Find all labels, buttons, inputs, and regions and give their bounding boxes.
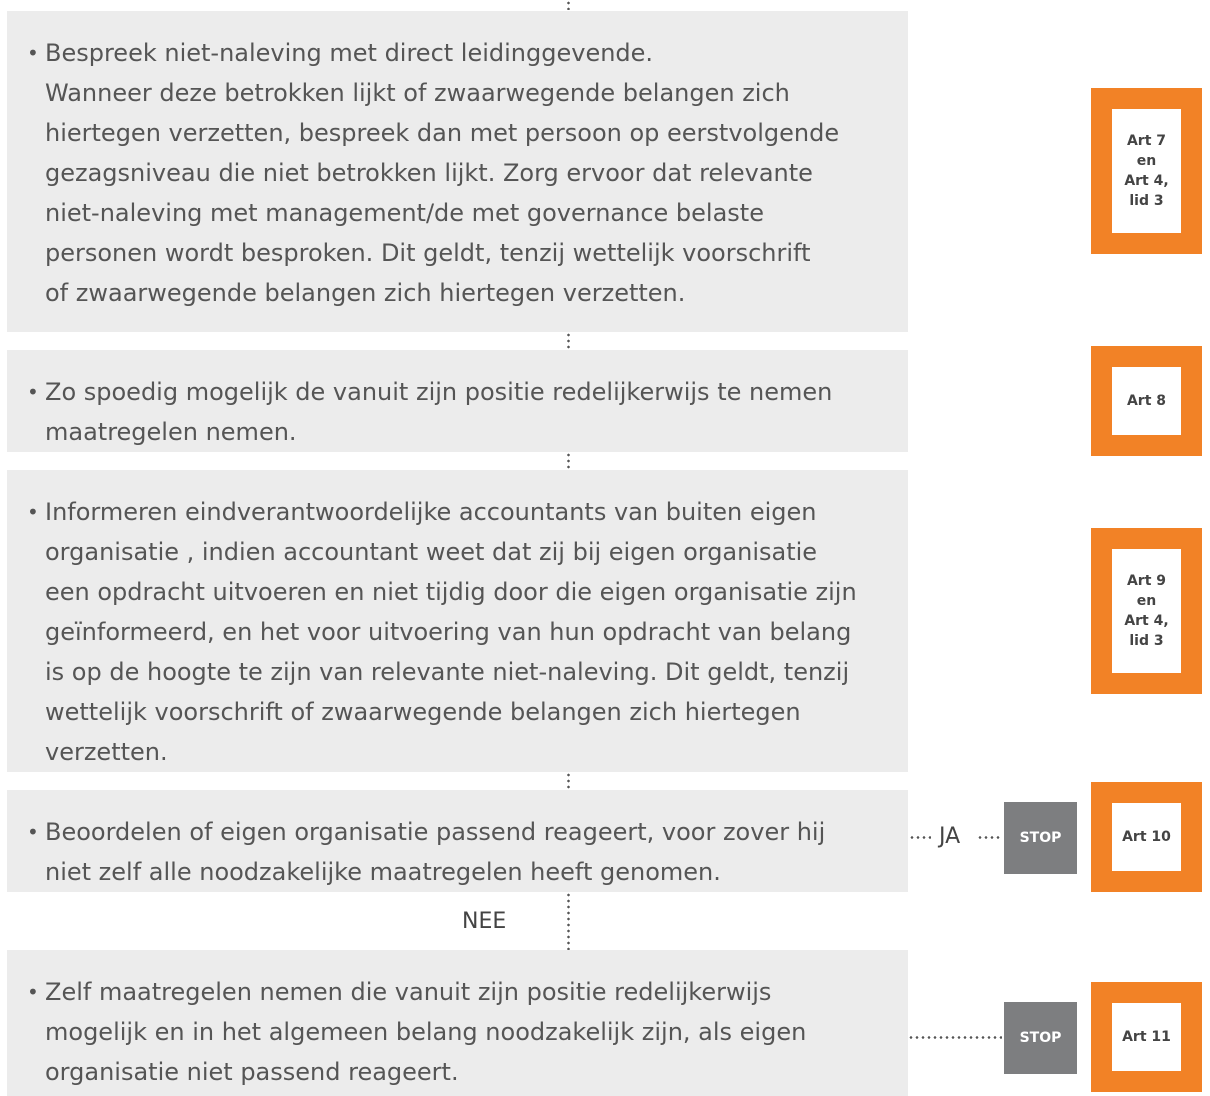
article-text: lid 3 [1129, 193, 1164, 209]
step-5-line: mogelijk en in het algemeen belang noodz… [45, 1018, 807, 1046]
step-1-line: gezagsniveau die niet betrokken lijkt. Z… [45, 159, 813, 187]
step-2-line: Zo spoedig mogelijk de vanuit zijn posit… [27, 372, 888, 412]
step-box-4: Beoordelen of eigen organisatie passend … [7, 790, 908, 892]
step-1-line: personen wordt besproken. Dit geldt, ten… [45, 239, 811, 267]
article-text: Art 4, [1124, 173, 1169, 189]
article-label-3: Art 9 en Art 4, lid 3 [1112, 549, 1181, 673]
step-5-connector [908, 1036, 1002, 1039]
yes-connector-left [909, 836, 931, 839]
article-text: en [1136, 593, 1157, 609]
step-3-line: geïnformeerd, en het voor uitvoering van… [45, 618, 852, 646]
step-1-line: Bespreek niet-naleving met direct leidin… [27, 33, 888, 73]
step-3-line: een opdracht uitvoeren en niet tijdig do… [45, 578, 857, 606]
step-3-line: organisatie , indien accountant weet dat… [45, 538, 818, 566]
step-box-3: Informeren eindverantwoordelijke account… [7, 470, 908, 772]
article-frame-4: Art 10 [1091, 782, 1202, 892]
step-1-line: of zwaarwegende belangen zich hiertegen … [45, 279, 686, 307]
article-frame-5: Art 11 [1091, 982, 1202, 1092]
stop-box-yes: STOP [1004, 802, 1077, 874]
article-label-5: Art 11 [1112, 1003, 1181, 1071]
article-text: Art 9 [1126, 573, 1167, 589]
step-4-line: Beoordelen of eigen organisatie passend … [27, 812, 888, 852]
article-text: Art 7 [1126, 133, 1167, 149]
article-text: Art 10 [1122, 829, 1171, 845]
article-frame-2: Art 8 [1091, 346, 1202, 456]
step-box-5: Zelf maatregelen nemen die vanuit zijn p… [7, 950, 908, 1096]
step-1-line: hiertegen verzetten, bespreek dan met pe… [45, 119, 840, 147]
article-label-1: Art 7 en Art 4, lid 3 [1112, 109, 1181, 233]
article-text: Art 11 [1122, 1029, 1171, 1045]
connector-2-3 [567, 452, 570, 470]
connector-top [567, 0, 570, 10]
article-frame-1: Art 7 en Art 4, lid 3 [1091, 88, 1202, 254]
stop-box-final: STOP [1004, 1002, 1077, 1074]
step-4-line: niet zelf alle noodzakelijke maatregelen… [45, 858, 721, 886]
article-text: Art 8 [1126, 393, 1167, 409]
connector-3-4 [567, 772, 570, 790]
no-branch-label: NEE [462, 909, 507, 934]
step-box-1: Bespreek niet-naleving met direct leidin… [7, 11, 908, 332]
connector-4-5 [567, 892, 570, 950]
yes-connector-right [977, 836, 1001, 839]
step-3-line: verzetten. [45, 738, 168, 766]
step-3-line: is op de hoogte te zijn van relevante ni… [45, 658, 850, 686]
step-box-2: Zo spoedig mogelijk de vanuit zijn posit… [7, 350, 908, 452]
article-text: lid 3 [1129, 633, 1164, 649]
step-1-line: Wanneer deze betrokken lijkt of zwaarweg… [45, 79, 790, 107]
article-label-2: Art 8 [1112, 367, 1181, 435]
step-1-line: niet-naleving met management/de met gove… [45, 199, 764, 227]
step-2-line: maatregelen nemen. [45, 418, 297, 446]
step-3-line: Informeren eindverantwoordelijke account… [27, 492, 888, 532]
step-5-line: organisatie niet passend reageert. [45, 1058, 459, 1086]
article-text: en [1136, 153, 1157, 169]
yes-branch-label: JA [939, 824, 961, 849]
step-5-line: Zelf maatregelen nemen die vanuit zijn p… [27, 972, 888, 1012]
article-text: Art 4, [1124, 613, 1169, 629]
connector-1-2 [567, 332, 570, 350]
article-frame-3: Art 9 en Art 4, lid 3 [1091, 528, 1202, 694]
step-3-line: wettelijk voorschrift of zwaarwegende be… [45, 698, 801, 726]
article-label-4: Art 10 [1112, 803, 1181, 871]
